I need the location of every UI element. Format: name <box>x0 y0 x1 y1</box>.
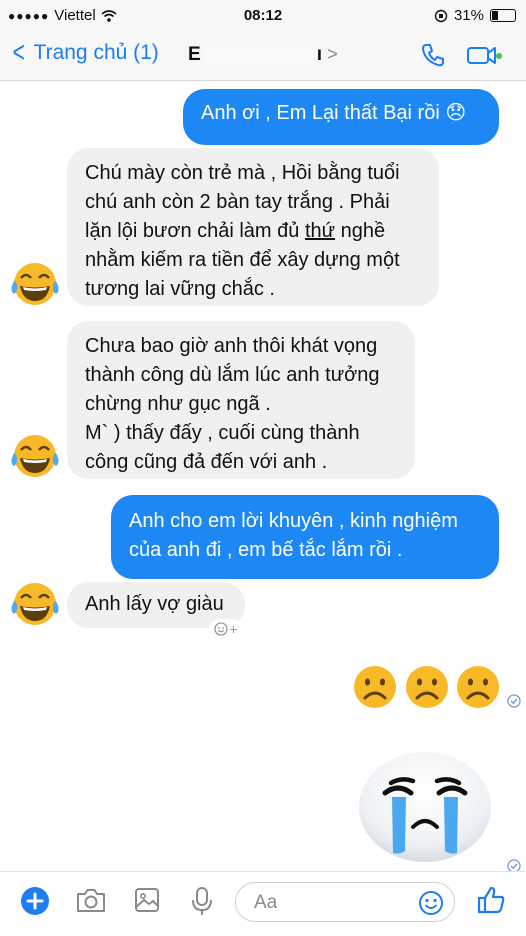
tears-of-joy-emoji-icon <box>11 583 59 625</box>
photo-gallery-icon[interactable] <box>133 886 161 914</box>
orientation-lock-icon <box>434 9 448 22</box>
message-text: tương lai vững chắc . <box>85 278 275 300</box>
video-call-icon[interactable] <box>466 42 502 68</box>
frowning-face-emoji-icon <box>354 666 396 708</box>
message-text: chừng như gục ngã . <box>85 393 271 415</box>
message-text: Chú mày còn trẻ mà , Hồi bằng tuổi <box>85 162 400 184</box>
message-text: lặn lội bươn chải làm đủ thứ nghề <box>85 217 421 246</box>
camera-icon[interactable] <box>75 886 107 914</box>
add-reaction-button[interactable]: + <box>209 619 243 639</box>
frowning-face-emoji-icon <box>406 666 448 708</box>
battery-level <box>492 11 499 20</box>
message-incoming[interactable]: Chưa bao giờ anh thôi khát vọng thành cô… <box>67 321 415 479</box>
message-text: M` ) thấy đấy , cuối cùng thành <box>85 422 360 444</box>
message-outgoing[interactable]: Anh cho em lời khuyên , kinh nghiệm của … <box>111 495 499 579</box>
plus-icon[interactable] <box>20 886 50 916</box>
back-label: Trang chủ (1) <box>33 41 159 64</box>
message-text: Anh ơi , Em Lại thất Bại rồi 😞 <box>201 102 467 124</box>
battery-info: 31% <box>434 7 516 24</box>
battery-icon <box>490 9 516 22</box>
microphone-icon[interactable] <box>190 886 214 916</box>
frowning-face-emoji-icon <box>457 666 499 708</box>
composer-bar: Aa <box>0 871 526 936</box>
delivered-check-icon <box>507 694 521 708</box>
message-text: Chưa bao giờ anh thôi khát vọng <box>85 335 378 357</box>
emoji-picker-icon[interactable] <box>418 890 444 916</box>
message-outgoing[interactable]: Anh ơi , Em Lại thất Bại rồi 😞 <box>183 89 499 145</box>
phone-call-icon[interactable] <box>420 42 446 68</box>
chevron-right-icon: > <box>327 44 338 64</box>
battery-percent: 31% <box>453 7 484 24</box>
back-button[interactable]: < Trang chủ (1) <box>10 36 159 69</box>
contact-name[interactable]: Eı > <box>188 44 338 66</box>
message-text: thành công dù lắm lúc anh tưởng <box>85 364 380 386</box>
message-thread[interactable]: Anh ơi , Em Lại thất Bại rồi 😞 Chú mày c… <box>0 81 526 873</box>
message-incoming[interactable]: Chú mày còn trẻ mà , Hồi bằng tuổi chú a… <box>67 148 439 306</box>
conversation-header: < Trang chủ (1) Eı > <box>0 30 526 81</box>
message-input-placeholder: Aa <box>254 892 278 913</box>
message-text-part: lặn lội bươn chải làm đủ <box>85 220 305 242</box>
thumbs-up-icon[interactable] <box>475 884 507 916</box>
contact-tail: ı <box>316 44 322 65</box>
redacted-name <box>204 46 313 63</box>
underlined-word: thứ <box>304 220 336 242</box>
tears-of-joy-emoji-icon <box>11 435 59 477</box>
message-text: công cũng đả đến với anh . <box>85 451 328 473</box>
message-text: của anh đi , em bế tắc lắm rồi . <box>129 539 403 561</box>
message-input[interactable]: Aa <box>235 882 455 922</box>
message-text-part: nghề <box>335 220 386 242</box>
add-reaction-plus: + <box>229 621 238 637</box>
status-bar: ●●●●● Viettel 08:12 31% <box>0 0 526 30</box>
contact-initial: E <box>188 44 201 65</box>
smiley-outline-icon <box>214 622 229 636</box>
chevron-left-icon: < <box>12 36 25 69</box>
message-text: nhằm kiếm ra tiền để xây dựng một <box>85 249 400 271</box>
message-text: Anh lấy vợ giàu <box>85 593 224 615</box>
tears-of-joy-emoji-icon <box>11 263 59 305</box>
message-text: Anh cho em lời khuyên , kinh nghiệm <box>129 510 458 532</box>
message-text: chú anh còn 2 bàn tay trắng . Phải <box>85 191 390 213</box>
crying-face-sticker-icon[interactable] <box>355 749 495 867</box>
